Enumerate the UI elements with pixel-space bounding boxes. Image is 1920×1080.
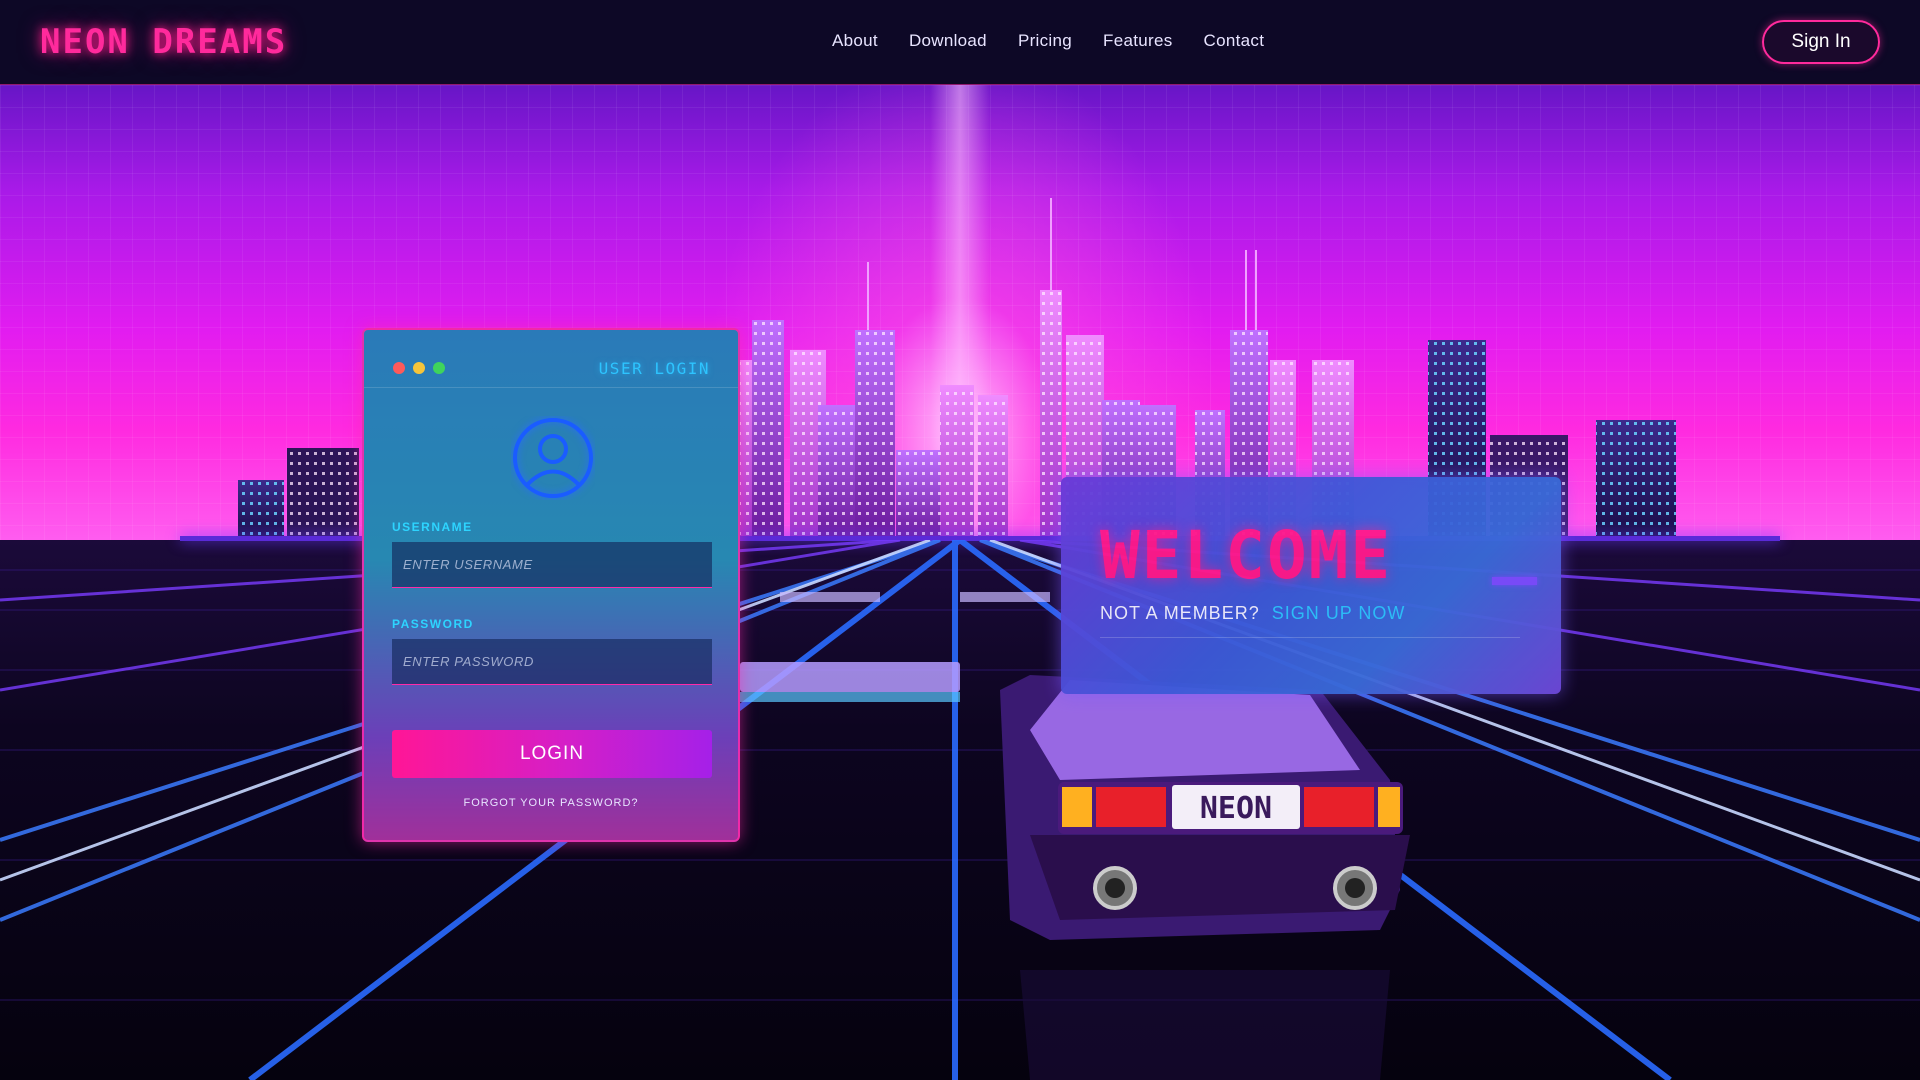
password-input[interactable]: [392, 639, 712, 685]
login-panel: USER LOGIN USERNAME PASSWORD LOGIN FORGO…: [362, 328, 740, 842]
signup-prompt-text: NOT A MEMBER?: [1100, 603, 1260, 623]
nav-link-pricing[interactable]: Pricing: [1018, 31, 1072, 51]
nav-link-features[interactable]: Features: [1103, 31, 1173, 51]
user-circle-icon: [513, 418, 593, 498]
blinking-cursor: [1492, 577, 1537, 585]
login-panel-title: USER LOGIN: [598, 359, 710, 378]
nav-link-download[interactable]: Download: [909, 31, 987, 51]
window-dot-green: [433, 362, 445, 374]
neon-car: NEON: [1000, 675, 1410, 1080]
username-input[interactable]: [392, 542, 712, 588]
username-label: USERNAME: [392, 520, 473, 534]
window-dot-yellow: [413, 362, 425, 374]
login-button[interactable]: LOGIN: [392, 730, 712, 778]
window-dot-red: [393, 362, 405, 374]
signup-prompt: NOT A MEMBER? SIGN UP NOW: [1100, 603, 1405, 624]
password-label: PASSWORD: [392, 617, 474, 631]
city-skyline: [238, 198, 1676, 540]
svg-text:NEON: NEON: [1200, 791, 1272, 826]
sign-in-button[interactable]: Sign In: [1762, 20, 1880, 64]
welcome-divider: [1100, 637, 1520, 638]
sign-up-link[interactable]: SIGN UP NOW: [1272, 603, 1406, 623]
forgot-password-link[interactable]: FORGOT YOUR PASSWORD?: [364, 797, 738, 809]
neon-grid-road: [0, 540, 1920, 1080]
nav-link-contact[interactable]: Contact: [1204, 31, 1265, 51]
login-panel-header: USER LOGIN: [364, 330, 738, 388]
site-logo[interactable]: NEON DREAMS: [40, 22, 287, 62]
top-navbar: NEON DREAMS About Download Pricing Featu…: [0, 0, 1920, 85]
nav-link-about[interactable]: About: [832, 31, 878, 51]
main-nav: About Download Pricing Features Contact: [832, 31, 1264, 51]
welcome-panel: WELCOME NOT A MEMBER? SIGN UP NOW: [1061, 477, 1561, 694]
background-scene: NEON: [0, 0, 1920, 1080]
welcome-heading: WELCOME: [1100, 517, 1393, 594]
